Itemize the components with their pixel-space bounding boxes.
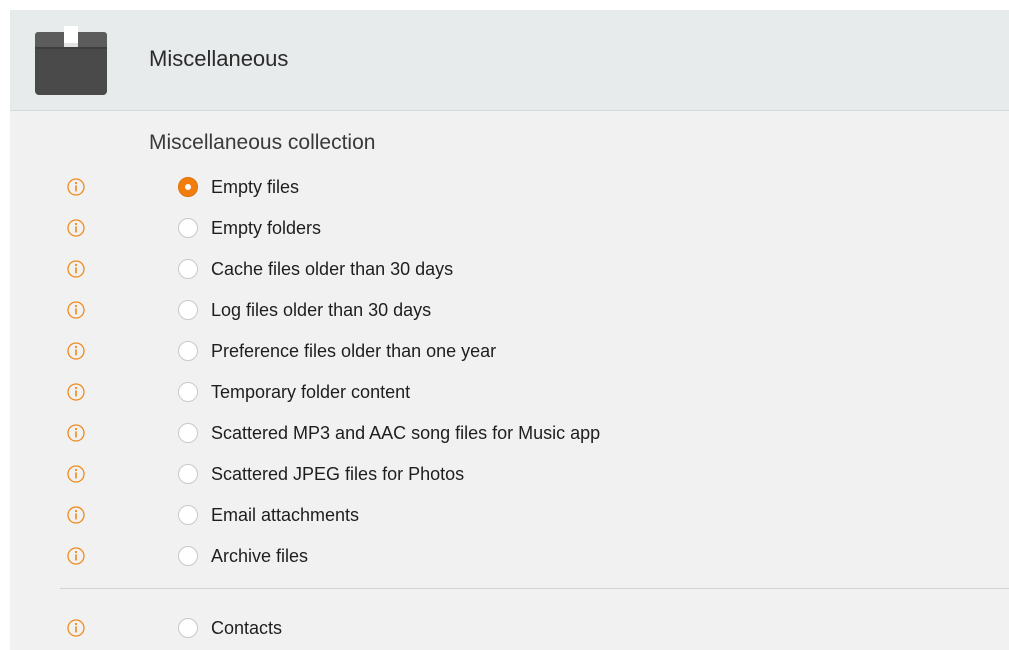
info-icon[interactable] [66,618,86,638]
radio-button[interactable] [178,546,198,566]
radio-button[interactable] [178,464,198,484]
box-icon [35,26,107,95]
miscellaneous-panel: Miscellaneous Miscellaneous collection E… [10,10,1009,650]
option-label: Preference files older than one year [211,341,497,361]
option-label: Temporary folder content [211,382,411,402]
info-icon[interactable] [66,546,86,566]
option-row-cache-files[interactable]: Cache files older than 30 days [10,249,1009,289]
option-row-empty-files[interactable]: Empty files [10,167,1009,207]
option-label: Scattered MP3 and AAC song files for Mus… [211,423,601,443]
option-row-contacts[interactable]: Contacts [10,608,1009,648]
option-row-scattered-jpeg[interactable]: Scattered JPEG files for Photos [10,454,1009,494]
category-title: Miscellaneous [149,46,289,71]
info-icon[interactable] [66,423,86,443]
option-row-email-attachments[interactable]: Email attachments [10,495,1009,535]
radio-button[interactable] [178,218,198,238]
option-label: Contacts [211,618,283,638]
info-icon[interactable] [66,505,86,525]
option-label: Archive files [211,546,309,566]
radio-button[interactable] [178,300,198,320]
option-row-preference-files[interactable]: Preference files older than one year [10,331,1009,371]
radio-button[interactable] [178,505,198,525]
info-icon[interactable] [66,177,86,197]
option-label: Scattered JPEG files for Photos [211,464,465,484]
radio-button[interactable] [178,341,198,361]
option-label: Empty files [211,177,300,197]
category-header: Miscellaneous [10,10,1009,111]
radio-button[interactable] [178,177,198,197]
section-title: Miscellaneous collection [149,131,376,154]
option-label: Log files older than 30 days [211,300,432,320]
option-label: Cache files older than 30 days [211,259,454,279]
option-row-scattered-mp3[interactable]: Scattered MP3 and AAC song files for Mus… [10,413,1009,453]
radio-button[interactable] [178,423,198,443]
radio-button[interactable] [178,618,198,638]
option-row-log-files[interactable]: Log files older than 30 days [10,290,1009,330]
option-row-archive-files[interactable]: Archive files [10,536,1009,576]
radio-button[interactable] [178,259,198,279]
info-icon[interactable] [66,300,86,320]
info-icon[interactable] [66,259,86,279]
info-icon[interactable] [66,218,86,238]
info-icon[interactable] [66,341,86,361]
option-row-empty-folders[interactable]: Empty folders [10,208,1009,248]
info-icon[interactable] [66,464,86,484]
radio-button[interactable] [178,382,198,402]
section-divider [60,588,1009,589]
option-label: Empty folders [211,218,322,238]
info-icon[interactable] [66,382,86,402]
option-row-temporary-folder[interactable]: Temporary folder content [10,372,1009,412]
option-label: Email attachments [211,505,360,525]
